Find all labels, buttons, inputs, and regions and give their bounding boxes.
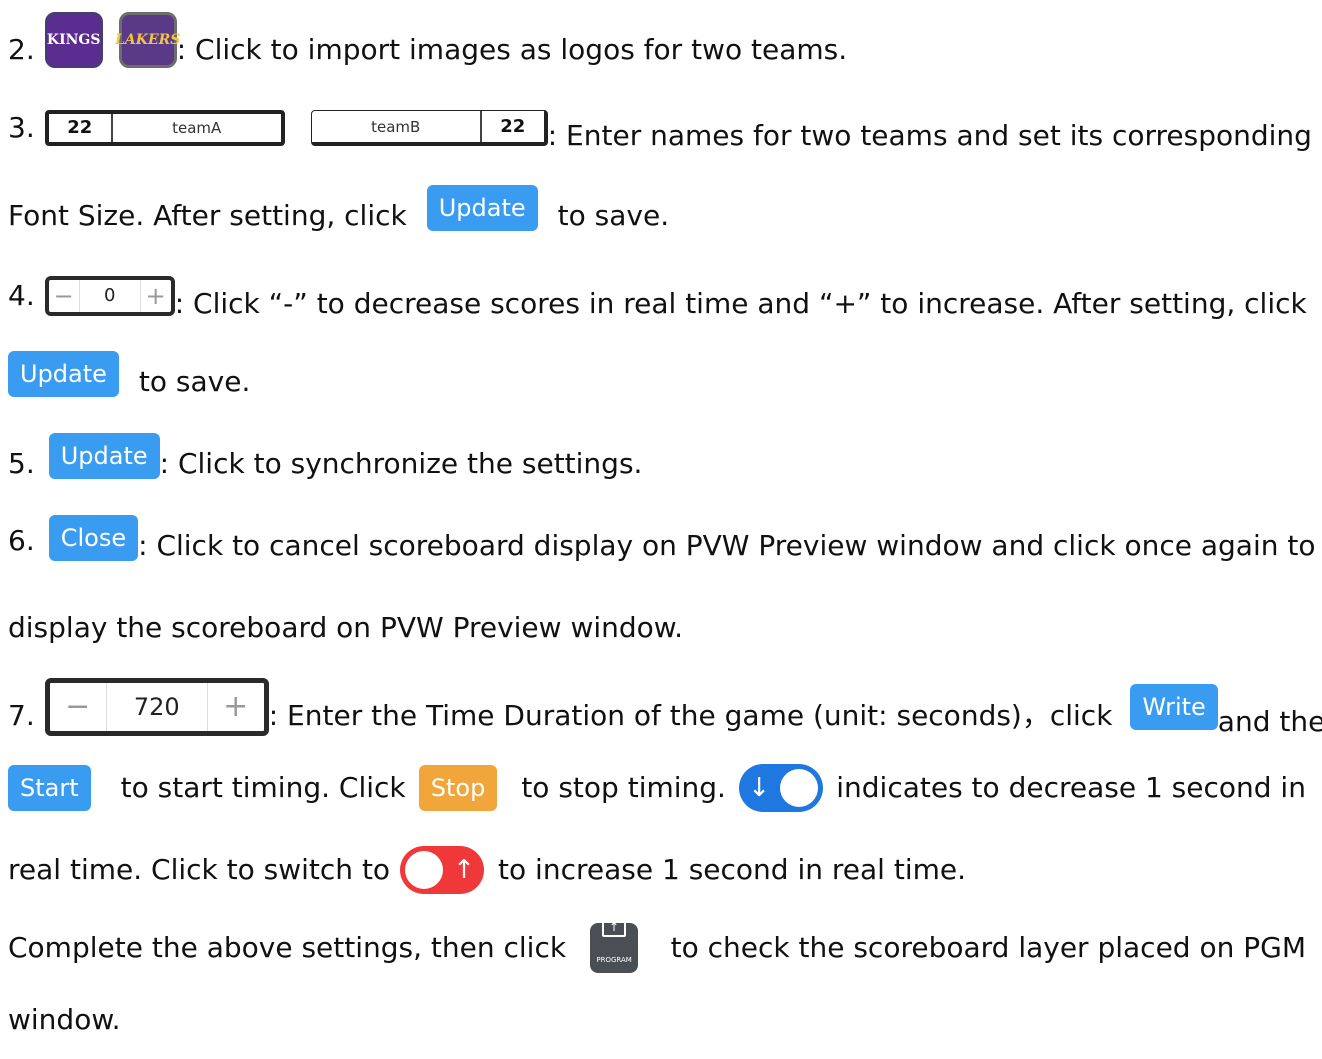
time-stepper[interactable]: − 720 +: [44, 678, 269, 736]
team-a-name[interactable]: teamA: [113, 114, 281, 142]
item-text: window.: [8, 1003, 121, 1036]
item-number: 3.: [8, 111, 35, 144]
item-text: real time. Click to switch to: [8, 853, 391, 886]
team-a-font-size[interactable]: 22: [49, 114, 113, 142]
stop-button[interactable]: Stop: [418, 765, 498, 811]
item-text: display the scoreboard on PVW Preview wi…: [8, 611, 684, 644]
score-stepper[interactable]: − 0 +: [44, 276, 175, 316]
final-note-cont: window.: [8, 1000, 1306, 1040]
time-value[interactable]: 720: [105, 683, 208, 731]
item-text: to start timing. Click: [120, 771, 406, 804]
lakers-logo-icon[interactable]: LAKERS: [115, 12, 180, 68]
final-note: Complete the above settings, then click …: [8, 916, 1306, 976]
program-label: PROGRAM: [596, 955, 632, 964]
item-text: : Click “-” to decrease scores in real t…: [174, 287, 1307, 320]
item-text: Complete the above settings, then click: [8, 931, 567, 964]
update-button[interactable]: Update: [426, 185, 538, 231]
team-a-field[interactable]: 22 teamA: [44, 110, 285, 146]
score-value[interactable]: 0: [78, 280, 141, 312]
close-button[interactable]: Close: [48, 515, 139, 561]
item-number: 2.: [8, 33, 35, 66]
item-text: : Enter the Time Duration of the game (u…: [268, 699, 1113, 732]
item-text: to check the scoreboard layer placed on …: [670, 931, 1306, 964]
item-6: 6. Close : Click to cancel scoreboard di…: [8, 510, 1315, 566]
item-number: 5.: [8, 447, 35, 480]
item-text: to save.: [138, 365, 251, 398]
upload-icon: ↑: [602, 916, 627, 937]
update-button[interactable]: Update: [48, 433, 160, 479]
team-b-font-size[interactable]: 22: [479, 111, 544, 142]
start-button[interactable]: Start: [8, 765, 91, 811]
item-text: : Click to cancel scoreboard display on …: [138, 529, 1316, 562]
team-b-name[interactable]: teamB: [312, 111, 480, 142]
countup-toggle[interactable]: ↑: [400, 846, 485, 894]
toggle-knob: [780, 769, 819, 807]
plus-icon[interactable]: +: [141, 276, 171, 316]
item-text: to stop timing.: [521, 771, 726, 804]
minus-icon[interactable]: −: [50, 687, 106, 727]
update-button[interactable]: Update: [8, 351, 119, 397]
kings-logo-icon[interactable]: KINGS: [44, 12, 103, 68]
item-7: 7. − 720 + : Enter the Time Duration of …: [8, 672, 1322, 742]
team-b-field[interactable]: teamB 22: [310, 110, 548, 146]
item-3: 3. 22 teamA teamB 22 : Enter names for t…: [8, 100, 1312, 156]
item-2: 2. KINGS LAKERS : Click to import images…: [8, 10, 1306, 70]
program-button[interactable]: ↑ PROGRAM: [590, 916, 639, 973]
item-4: 4. − 0 + : Click “-” to decrease scores …: [8, 268, 1307, 324]
item-text: : Click to import images as logos for tw…: [176, 33, 848, 66]
item-text: and then: [1217, 705, 1322, 738]
toggle-knob: [405, 851, 444, 889]
item-text: indicates to decrease 1 second in: [836, 771, 1306, 804]
item-text: to save.: [557, 199, 670, 232]
item-6-cont: display the scoreboard on PVW Preview wi…: [8, 608, 1306, 648]
plus-icon[interactable]: +: [208, 687, 264, 727]
item-5: 5. Update : Click to synchronize the set…: [8, 428, 1306, 484]
item-4-cont: Update to save.: [8, 346, 1306, 402]
item-number: 4.: [8, 279, 35, 312]
item-text: : Click to synchronize the settings.: [159, 447, 643, 480]
minus-icon[interactable]: −: [49, 276, 79, 316]
item-7-cont2: real time. Click to switch to ↑ to incre…: [8, 842, 1306, 898]
item-text: : Enter names for two teams and set its …: [547, 119, 1312, 152]
countdown-toggle[interactable]: ↓: [739, 764, 824, 812]
down-arrow-icon: ↓: [748, 773, 770, 803]
item-number: 7.: [8, 699, 35, 732]
item-text: Font Size. After setting, click: [8, 199, 407, 232]
item-3-cont: Font Size. After setting, click Update t…: [8, 180, 1306, 236]
item-7-cont: Start to start timing. Click Stop to sto…: [8, 760, 1306, 816]
manual-page: 2. KINGS LAKERS : Click to import images…: [0, 0, 1322, 1059]
write-button[interactable]: Write: [1130, 684, 1218, 730]
item-number: 6.: [8, 524, 35, 557]
item-text: to increase 1 second in real time.: [498, 853, 966, 886]
up-arrow-icon: ↑: [453, 855, 475, 885]
